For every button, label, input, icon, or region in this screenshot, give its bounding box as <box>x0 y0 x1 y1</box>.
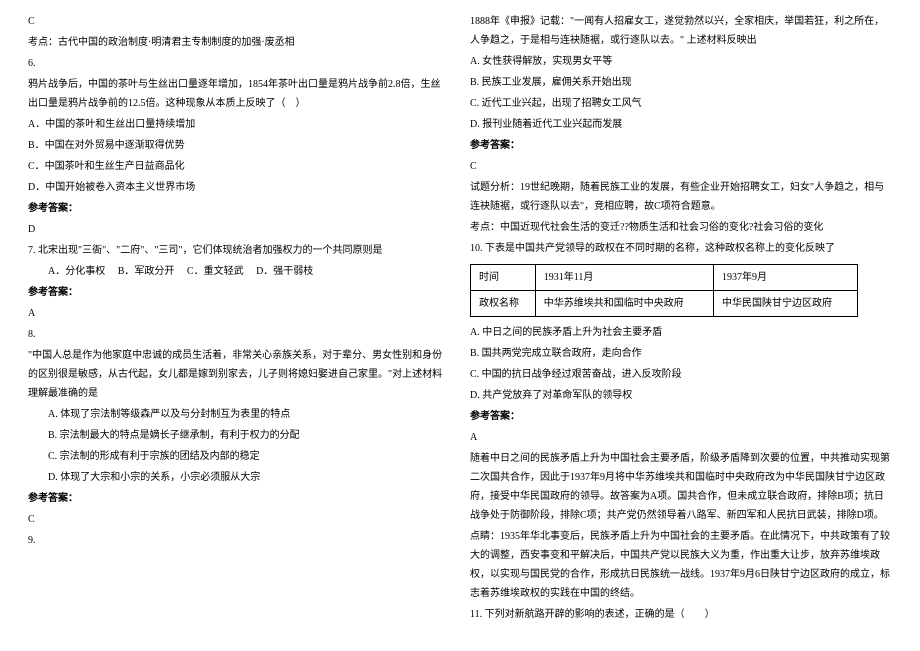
answer-6: D <box>28 220 450 239</box>
q8-option-a: A. 体现了宗法制等级森严以及与分封制互为表里的特点 <box>28 405 450 424</box>
keypoint-5: 考点：古代中国的政治制度·明清君主专制制度的加强·废丞相 <box>28 33 450 52</box>
q10-option-d: D. 共产党放弃了对革命军队的领导权 <box>470 386 892 405</box>
table-row: 政权名称 中华苏维埃共和国临时中央政府 中华民国陕甘宁边区政府 <box>471 291 858 317</box>
q9-explain-2: 考点：中国近现代社会生活的变迁??物质生活和社会习俗的变化?社会习俗的变化 <box>470 218 892 237</box>
q7-options: A．分化事权 B．军政分开 C．重文轻武 D．强干弱枝 <box>28 262 450 281</box>
table-cell-name-1: 中华苏维埃共和国临时中央政府 <box>535 291 713 317</box>
q9-stem: 1888年《申报》记载："一闻有人招雇女工，遂觉勃然以兴，全家相庆，举国若狂，利… <box>470 12 892 50</box>
q9-option-b: B. 民族工业发展，雇佣关系开始出现 <box>470 73 892 92</box>
q6-number: 6. <box>28 54 450 73</box>
q10-option-c: C. 中国的抗日战争经过艰苦奋战，进入反攻阶段 <box>470 365 892 384</box>
table-cell-time-2: 1937年9月 <box>714 265 858 291</box>
q10-option-a: A. 中日之间的民族矛盾上升为社会主要矛盾 <box>470 323 892 342</box>
q9-option-d: D. 报刊业随着近代工业兴起而发展 <box>470 115 892 134</box>
table-cell-time-1: 1931年11月 <box>535 265 713 291</box>
q9-option-c: C. 近代工业兴起，出现了招聘女工风气 <box>470 94 892 113</box>
q10-stem: 10. 下表是中国共产党领导的政权在不同时期的名称，这种政权名称上的变化反映了 <box>470 239 892 258</box>
q9-option-a: A. 女性获得解放，实现男女平等 <box>470 52 892 71</box>
q10-explain-1: 随着中日之间的民族矛盾上升为中国社会主要矛盾，阶级矛盾降到次要的位置，中共推动实… <box>470 449 892 525</box>
q7-stem: 7. 北宋出现"三衙"、"二府"、"三司"，它们体现统治者加强权力的一个共同原则… <box>28 241 450 260</box>
q8-stem: "中国人总是作为他家庭中忠诚的成员生活着，非常关心亲族关系，对于辈分、男女性别和… <box>28 346 450 403</box>
reference-label-7: 参考答案： <box>28 283 450 302</box>
right-column: 1888年《申报》记载："一闻有人招雇女工，遂觉勃然以兴，全家相庆，举国若狂，利… <box>460 12 902 639</box>
q6-option-d: D．中国开始被卷入资本主义世界市场 <box>28 178 450 197</box>
answer-8: C <box>28 510 450 529</box>
q6-option-c: C．中国茶叶和生丝生产日益商品化 <box>28 157 450 176</box>
q9-explain-1: 试题分析：19世纪晚期，随着民族工业的发展，有些企业开始招聘女工，妇女"人争趋之… <box>470 178 892 216</box>
answer-9: C <box>470 157 892 176</box>
answer-5: C <box>28 12 450 31</box>
reference-label-9: 参考答案： <box>470 136 892 155</box>
q6-option-b: B．中国在对外贸易中逐渐取得优势 <box>28 136 450 155</box>
q6-option-a: A．中国的茶叶和生丝出口量持续增加 <box>28 115 450 134</box>
q8-option-d: D. 体现了大宗和小宗的关系，小宗必须服从大宗 <box>28 468 450 487</box>
q10-option-b: B. 国共两党完成立联合政府，走向合作 <box>470 344 892 363</box>
q8-option-c: C. 宗法制的形成有利于宗族的团结及内部的稳定 <box>28 447 450 466</box>
q7-option-d: D．强干弱枝 <box>256 266 313 277</box>
q7-option-c: C．重文轻武 <box>187 266 244 277</box>
table-cell-name-label: 政权名称 <box>471 291 536 317</box>
table-cell-name-2: 中华民国陕甘宁边区政府 <box>714 291 858 317</box>
q7-option-a: A．分化事权 <box>48 266 105 277</box>
q10-explain-2: 点睛：1935年华北事变后，民族矛盾上升为中国社会的主要矛盾。在此情况下，中共政… <box>470 527 892 603</box>
left-column: C 考点：古代中国的政治制度·明清君主专制制度的加强·废丞相 6. 鸦片战争后，… <box>18 12 460 639</box>
q9-number: 9. <box>28 531 450 550</box>
q8-number: 8. <box>28 325 450 344</box>
q7-option-b: B．军政分开 <box>118 266 175 277</box>
table-row: 时间 1931年11月 1937年9月 <box>471 265 858 291</box>
q6-stem: 鸦片战争后，中国的茶叶与生丝出口量逐年增加，1854年茶叶出口量是鸦片战争前2.… <box>28 75 450 113</box>
reference-label-10: 参考答案： <box>470 407 892 426</box>
answer-7: A <box>28 304 450 323</box>
table-cell-time-label: 时间 <box>471 265 536 291</box>
reference-label: 参考答案： <box>28 199 450 218</box>
q11-stem: 11. 下列对新航路开辟的影响的表述，正确的是（ ） <box>470 605 892 624</box>
answer-10: A <box>470 428 892 447</box>
q8-option-b: B. 宗法制最大的特点是嫡长子继承制，有利于权力的分配 <box>28 426 450 445</box>
reference-label-8: 参考答案： <box>28 489 450 508</box>
regime-table: 时间 1931年11月 1937年9月 政权名称 中华苏维埃共和国临时中央政府 … <box>470 264 858 317</box>
